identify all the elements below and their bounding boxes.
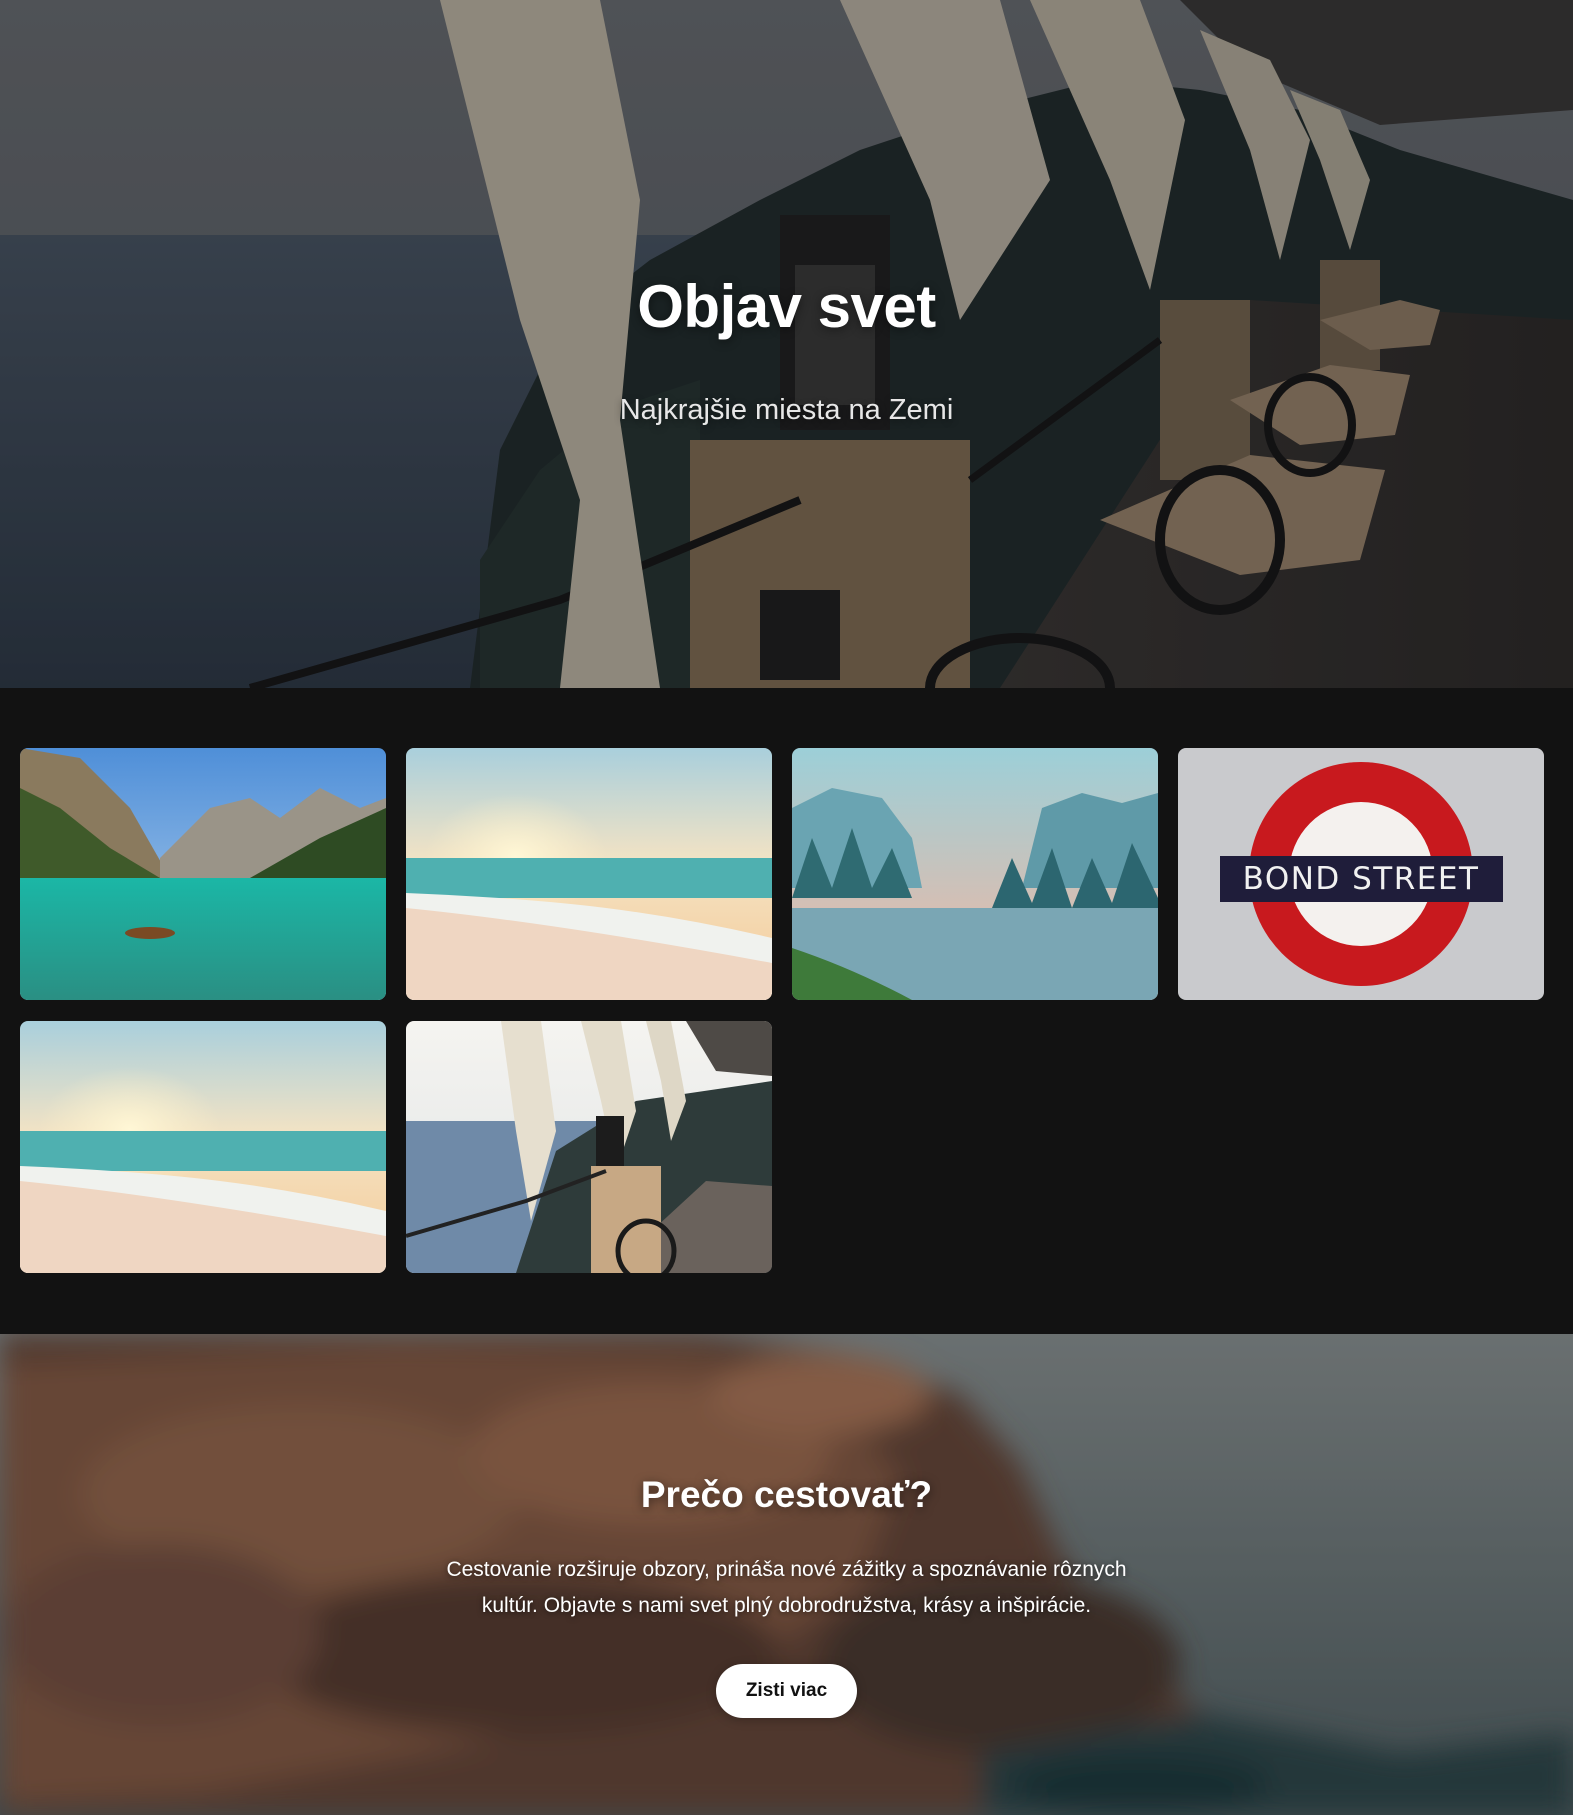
hero-section: Objav svet Najkrajšie miesta na Zemi [0, 0, 1573, 688]
gallery-tile-mountain-lake[interactable] [20, 748, 386, 1000]
gallery-tile-beach-sunset-2[interactable] [20, 1021, 386, 1273]
learn-more-button[interactable]: Zisti viac [716, 1664, 857, 1718]
beach-sunset-photo [406, 748, 772, 1000]
gallery-section: BOND STREET [0, 688, 1573, 1334]
why-travel-section: Prečo cestovať? Cestovanie rozširuje obz… [0, 1334, 1573, 1815]
bond-street-sign-text: BOND STREET [1243, 861, 1480, 897]
hero-title: Objav svet [637, 273, 936, 340]
gallery-grid: BOND STREET [20, 748, 1544, 1273]
gallery-tile-bond-street[interactable]: BOND STREET [1178, 748, 1544, 1000]
terrace-sea-view-photo [406, 1021, 772, 1273]
gallery-tile-beach-sunset[interactable] [406, 748, 772, 1000]
bond-street-sign-photo: BOND STREET [1178, 748, 1544, 1000]
valley-river-photo [792, 748, 1158, 1000]
hero-subtitle: Najkrajšie miesta na Zemi [619, 394, 954, 426]
mountain-lake-photo [20, 748, 386, 1000]
beach-sunset-photo-2 [20, 1021, 386, 1273]
gallery-tile-terrace[interactable] [406, 1021, 772, 1273]
hero-overlay [0, 0, 1573, 688]
gallery-tile-valley-river[interactable] [792, 748, 1158, 1000]
why-description: Cestovanie rozširuje obzory, prináša nov… [446, 1558, 1127, 1617]
why-title: Prečo cestovať? [640, 1474, 933, 1515]
